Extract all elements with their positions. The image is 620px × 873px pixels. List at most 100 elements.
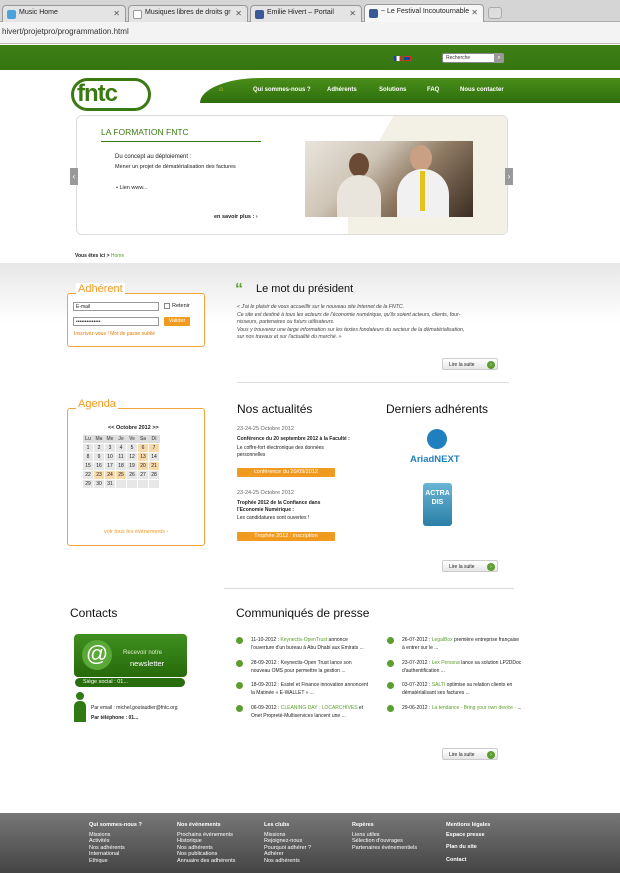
fntc-logo[interactable]: fntc <box>71 78 151 111</box>
calendar-day[interactable]: 20 <box>137 460 149 471</box>
press-company[interactable]: LegalBox <box>432 637 453 643</box>
press-company[interactable]: Keynectis-OpenTrust <box>280 637 327 643</box>
press-read-more-button[interactable]: Lire la suite › <box>442 748 498 760</box>
actradis-logo[interactable]: ACTRADIS <box>423 483 452 526</box>
home-icon[interactable]: ⌂ <box>219 86 223 93</box>
footer-link[interactable]: Espace presse <box>446 832 490 839</box>
footer-column-title[interactable]: Les clubs <box>264 822 311 829</box>
press-item[interactable]: 11-10-2012 : Keynectis-OpenTrust annonce… <box>236 636 371 652</box>
slider-prev-button[interactable]: ‹ <box>70 168 78 185</box>
footer-column-title[interactable]: Repères <box>352 822 417 829</box>
close-tab-icon[interactable]: ✕ <box>235 9 242 18</box>
all-events-link[interactable]: voir tous les événements › <box>104 529 168 535</box>
nav-faq[interactable]: FAQ <box>427 87 439 93</box>
calendar-day[interactable]: 15 <box>82 460 94 471</box>
calendar-day[interactable]: 5 <box>126 442 138 453</box>
calendar-day[interactable]: 16 <box>93 460 105 471</box>
footer-link[interactable]: Ethique <box>89 858 142 865</box>
press-item[interactable]: 03-07-2012 : SALTI optimise sa relation … <box>387 681 522 697</box>
calendar-day[interactable]: 12 <box>126 451 138 462</box>
calendar-day[interactable]: 8 <box>82 451 94 462</box>
news-headline[interactable]: Trophée 2012 de la Confiance dans l'Econ… <box>237 500 332 514</box>
browser-tab-active[interactable]: ~ Le Festival Incoutournable ✕ <box>364 4 484 22</box>
close-tab-icon[interactable]: ✕ <box>471 8 478 17</box>
new-tab-button[interactable] <box>488 7 502 19</box>
calendar-day[interactable]: 24 <box>104 469 116 480</box>
footer-link[interactable]: Contact <box>446 857 490 864</box>
calendar-day[interactable]: 7 <box>148 442 160 453</box>
calendar-day[interactable]: 18 <box>115 460 127 471</box>
calendar-day[interactable]: 28 <box>148 469 160 480</box>
news-button[interactable]: conférence du 20/09/2012 <box>237 468 335 477</box>
calendar-day[interactable]: 17 <box>104 460 116 471</box>
calendar-day[interactable]: 19 <box>126 460 138 471</box>
press-company[interactable]: CLEANING DAY : LOCARCHIVES <box>281 705 358 711</box>
calendar-day[interactable]: 31 <box>104 478 116 489</box>
press-company[interactable]: La tendance - Bring your own device - <box>432 705 516 711</box>
calendar-day[interactable]: 14 <box>148 451 160 462</box>
browser-tab[interactable]: Musiques libres de droits gr ✕ <box>128 5 248 22</box>
calendar-day[interactable]: 13 <box>137 451 149 462</box>
calendar-day[interactable]: 21 <box>148 460 160 471</box>
calendar-day[interactable]: 29 <box>82 478 94 489</box>
footer-link[interactable]: Plan du site <box>446 844 490 851</box>
email-input[interactable]: E-mail <box>73 302 159 311</box>
members-read-more-button[interactable]: Lire la suite › <box>442 560 498 572</box>
calendar-day[interactable]: 2 <box>93 442 105 453</box>
calendar-day[interactable]: 25 <box>115 469 127 480</box>
ariadnext-logo[interactable]: AriadNEXT <box>410 454 460 465</box>
calendar-day[interactable]: 22 <box>82 469 94 480</box>
press-item[interactable]: 18-09-2012 : Esstel et Finance innovatio… <box>236 681 371 697</box>
signup-links[interactable]: Inscrivez-vous ! Mot de passe oublié <box>74 331 155 337</box>
nav-adherents[interactable]: Adhérents <box>327 87 357 93</box>
news-button[interactable]: Trophée 2012 : inscription <box>237 532 335 541</box>
breadcrumb-current[interactable]: Home <box>111 253 124 259</box>
browser-tab[interactable]: Music Home ✕ <box>2 5 126 22</box>
footer-column-title[interactable]: Qui sommes-nous ? <box>89 822 142 829</box>
calendar-day[interactable]: 30 <box>93 478 105 489</box>
nav-solutions[interactable]: Solutions <box>379 87 406 93</box>
newsletter-button[interactable]: @ Recevoir notre newsletter <box>74 634 187 677</box>
news-headline[interactable]: Conférence du 20 septembre 2012 à la Fac… <box>237 436 362 443</box>
footer-link[interactable]: Nos adhérents <box>264 858 311 865</box>
slider-next-button[interactable]: › <box>505 168 513 185</box>
calendar-day[interactable]: 1 <box>82 442 94 453</box>
password-input[interactable]: •••••••••••••• <box>73 317 159 326</box>
calendar-day[interactable]: 11 <box>115 451 127 462</box>
press-item[interactable]: 29-06-2012 : La tendance - Bring your ow… <box>387 704 522 712</box>
close-tab-icon[interactable]: ✕ <box>349 9 356 18</box>
calendar-day[interactable]: 10 <box>104 451 116 462</box>
validate-button[interactable]: Valider <box>164 317 190 326</box>
contact-email[interactable]: Par email : michel.goutaudier@fntc.org <box>91 705 178 711</box>
slider-bullet[interactable]: • Lien www... <box>116 185 148 191</box>
press-item[interactable]: 23-07-2012 : Lex Persona lance sa soluti… <box>387 659 522 675</box>
calendar-day[interactable]: 6 <box>137 442 149 453</box>
calendar-day[interactable]: 9 <box>93 451 105 462</box>
nav-nous-contacter[interactable]: Nous contacter <box>460 87 504 93</box>
remember-checkbox[interactable] <box>164 303 170 309</box>
french-flag-icon[interactable] <box>394 56 402 61</box>
ariadnext-logo-icon[interactable] <box>427 429 447 449</box>
close-tab-icon[interactable]: ✕ <box>113 9 120 18</box>
english-flag-icon[interactable] <box>403 56 411 61</box>
footer-link[interactable]: Partenaires événementiels <box>352 845 417 852</box>
calendar-month-nav[interactable]: << Octobre 2012 >> <box>108 425 159 431</box>
calendar-day[interactable]: 23 <box>93 469 105 480</box>
calendar-day[interactable]: 27 <box>137 469 149 480</box>
footer-link[interactable]: Annuaire des adhérents <box>177 858 235 865</box>
browser-tab[interactable]: Emilie Hivert – Portail ✕ <box>250 5 362 22</box>
search-icon[interactable]: ⌕ <box>494 53 504 63</box>
president-read-more-button[interactable]: Lire la suite › <box>442 358 498 370</box>
nav-qui-sommes-nous[interactable]: Qui sommes-nous ? <box>253 87 311 93</box>
calendar-day[interactable]: 4 <box>115 442 127 453</box>
slider-more-link[interactable]: en savoir plus : › <box>214 214 258 220</box>
press-company[interactable]: SALTI <box>432 682 446 688</box>
press-company[interactable]: Lex Persona <box>432 660 460 666</box>
calendar-day[interactable]: 3 <box>104 442 116 453</box>
url-bar[interactable]: hivert/projetpro/programmation.html <box>0 22 620 44</box>
press-item[interactable]: 06-09-2012 : CLEANING DAY : LOCARCHIVES … <box>236 704 371 720</box>
footer-column-title[interactable]: Mentions légales <box>446 822 490 829</box>
footer-column-title[interactable]: Nos événements <box>177 822 235 829</box>
press-item[interactable]: 26-07-2012 : LegalBox première entrepris… <box>387 636 522 652</box>
calendar-day[interactable]: 26 <box>126 469 138 480</box>
